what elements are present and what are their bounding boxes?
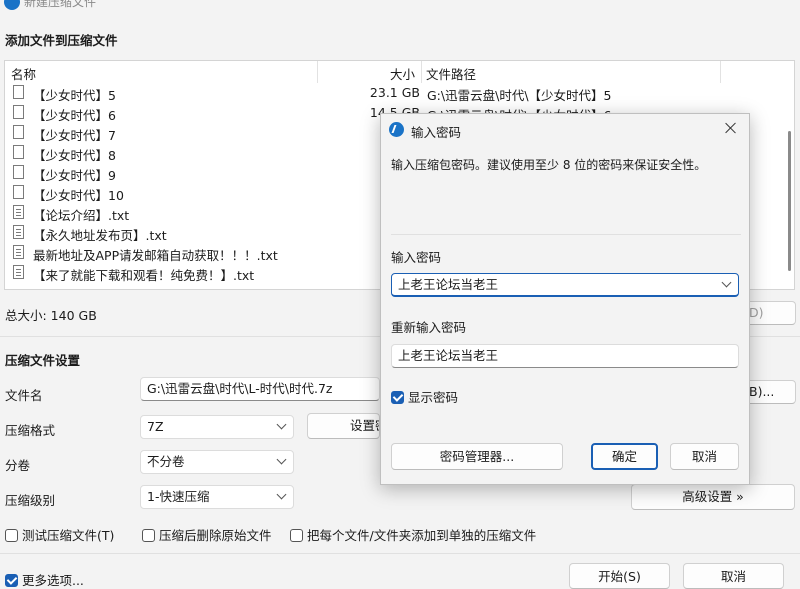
delete-after-label: 压缩后删除原始文件 <box>158 528 272 543</box>
title-bar: 新建压缩文件 <box>0 0 800 14</box>
chevron-down-icon <box>276 489 287 500</box>
file-icon <box>13 85 24 99</box>
file-icon <box>13 165 24 179</box>
text-file-icon <box>13 245 24 259</box>
show-password-checkbox[interactable] <box>391 391 404 404</box>
file-name: 【少女时代】8 <box>33 148 116 163</box>
file-size: 23.1 GB <box>369 85 420 100</box>
chevron-down-icon <box>276 419 287 430</box>
format-select[interactable]: 7Z <box>140 415 294 439</box>
level-select[interactable]: 1-快速压缩 <box>140 485 294 509</box>
filename-input[interactable]: G:\迅雷云盘\时代\L-时代\时代.7z <box>140 377 380 401</box>
file-path: G:\迅雷云盘\时代\【少女时代】5 <box>427 88 612 103</box>
split-value: 不分卷 <box>147 454 185 469</box>
test-archive-checkbox[interactable] <box>5 529 18 542</box>
file-icon <box>13 185 24 199</box>
more-options-option[interactable]: 更多选项... <box>5 570 84 589</box>
file-name: 最新地址及APP请发邮箱自动获取！！！.txt <box>33 248 278 263</box>
split-select[interactable]: 不分卷 <box>140 450 294 474</box>
file-name: 【少女时代】10 <box>33 188 124 203</box>
show-password-option[interactable]: 显示密码 <box>391 387 458 406</box>
chevron-down-icon <box>721 277 732 288</box>
file-name: 【少女时代】6 <box>33 108 116 123</box>
dialog-title: 输入密码 <box>411 125 462 140</box>
text-file-icon <box>13 225 24 239</box>
column-name[interactable]: 名称 <box>11 64 36 83</box>
delete-after-option[interactable]: 压缩后删除原始文件 <box>142 525 272 544</box>
more-options-label: 更多选项... <box>21 573 84 588</box>
ok-button[interactable]: 确定 <box>591 443 658 470</box>
level-value: 1-快速压缩 <box>147 489 210 504</box>
app-icon <box>389 122 404 137</box>
show-password-label: 显示密码 <box>407 390 458 405</box>
password-input[interactable]: 上老王论坛当老王 <box>391 273 739 297</box>
password-label: 输入密码 <box>391 250 442 265</box>
file-name: 【少女时代】9 <box>33 168 116 183</box>
text-file-icon <box>13 265 24 279</box>
app-icon <box>4 0 20 10</box>
window-title: 新建压缩文件 <box>24 0 97 9</box>
add-files-heading: 添加文件到压缩文件 <box>5 33 118 48</box>
file-name: 【论坛介绍】.txt <box>33 208 130 223</box>
test-archive-label: 测试压缩文件(T) <box>21 528 115 543</box>
more-options-checkbox[interactable] <box>5 574 18 587</box>
separate-archives-option[interactable]: 把每个文件/文件夹添加到单独的压缩文件 <box>290 525 536 544</box>
dialog-description: 输入压缩包密码。建议使用至少 8 位的密码来保证安全性。 <box>391 158 707 172</box>
password-dialog: 输入密码 输入压缩包密码。建议使用至少 8 位的密码来保证安全性。 输入密码 上… <box>380 113 750 485</box>
file-name: 【永久地址发布页】.txt <box>33 228 167 243</box>
delete-after-checkbox[interactable] <box>142 529 155 542</box>
file-name: 【少女时代】5 <box>33 88 116 103</box>
format-value: 7Z <box>147 419 164 434</box>
file-name: 【少女时代】7 <box>33 128 116 143</box>
advanced-settings-button[interactable]: 高级设置 » <box>631 484 795 510</box>
separate-archives-label: 把每个文件/文件夹添加到单独的压缩文件 <box>306 528 537 543</box>
dialog-cancel-button[interactable]: 取消 <box>670 443 739 470</box>
password-value: 上老王论坛当老王 <box>398 277 499 292</box>
reenter-password-label: 重新输入密码 <box>391 320 467 335</box>
file-icon <box>13 125 24 139</box>
reenter-password-input[interactable]: 上老王论坛当老王 <box>391 344 739 368</box>
set-password-button[interactable]: 设置密 <box>307 413 380 439</box>
test-archive-option[interactable]: 测试压缩文件(T) <box>5 525 114 544</box>
divider <box>0 553 800 554</box>
chevron-down-icon <box>276 454 287 465</box>
column-path[interactable]: 文件路径 <box>426 64 476 83</box>
cancel-button[interactable]: 取消 <box>683 563 784 589</box>
text-file-icon <box>13 205 24 219</box>
filename-label: 文件名 <box>5 388 43 403</box>
split-label: 分卷 <box>5 458 31 473</box>
file-row[interactable]: 【少女时代】5 23.1 GB G:\迅雷云盘\时代\【少女时代】5 <box>5 83 794 103</box>
total-size: 总大小: 140 GB <box>5 308 97 323</box>
file-list-scrollbar[interactable] <box>788 131 791 271</box>
file-list-header: 名称 大小 文件路径 <box>5 61 794 83</box>
level-label: 压缩级别 <box>5 493 56 508</box>
password-manager-button[interactable]: 密码管理器... <box>391 443 563 470</box>
settings-heading: 压缩文件设置 <box>5 353 81 368</box>
format-label: 压缩格式 <box>5 423 56 438</box>
file-icon <box>13 105 24 119</box>
close-icon[interactable] <box>723 120 739 136</box>
separate-archives-checkbox[interactable] <box>290 529 303 542</box>
file-name: 【来了就能下载和观看！纯免费！】.txt <box>33 268 255 283</box>
dialog-divider <box>391 234 741 235</box>
start-button[interactable]: 开始(S) <box>569 563 670 589</box>
file-icon <box>13 145 24 159</box>
column-size[interactable]: 大小 <box>390 64 415 83</box>
